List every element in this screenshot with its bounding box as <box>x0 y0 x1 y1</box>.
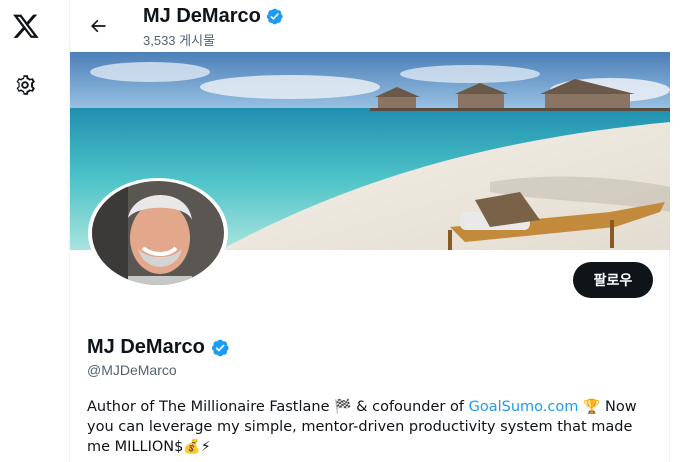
header-name: MJ DeMarco <box>143 5 284 28</box>
profile-name-text: MJ DeMarco <box>87 336 205 358</box>
posts-count: 3,533 게시물 <box>143 33 216 48</box>
lightning-icon: ⚡ <box>200 439 211 455</box>
verified-badge-icon[interactable] <box>265 7 284 26</box>
profile-header: MJ DeMarco 3,533 게시물 <box>70 0 670 52</box>
x-logo-icon[interactable] <box>12 12 40 40</box>
profile-bio: Author of The Millionaire Fastlane 🏁 & c… <box>87 397 657 457</box>
header-name-text: MJ DeMarco <box>143 5 261 27</box>
left-nav <box>0 0 70 462</box>
bio-link[interactable]: GoalSumo.com <box>469 399 579 415</box>
profile-column: MJ DeMarco 3,533 게시물 팔로우 MJ DeMarco @MJD… <box>70 0 670 462</box>
verified-badge-icon[interactable] <box>210 338 230 358</box>
back-button[interactable] <box>84 12 112 40</box>
profile-avatar[interactable] <box>88 178 228 288</box>
arrow-left-icon <box>91 19 106 33</box>
bio-text: Author of The Millionaire Fastlane <box>87 399 335 415</box>
checkered-flag-icon: 🏁 <box>334 399 352 415</box>
bio-text: & cofounder of <box>351 399 469 415</box>
profile-name: MJ DeMarco <box>87 336 230 359</box>
follow-button[interactable]: 팔로우 <box>573 262 653 298</box>
gear-icon[interactable] <box>12 72 38 98</box>
trophy-icon: 🏆 <box>582 399 601 415</box>
profile-handle: @MJDeMarco <box>87 362 177 378</box>
money-bag-icon: 💰 <box>183 439 201 455</box>
